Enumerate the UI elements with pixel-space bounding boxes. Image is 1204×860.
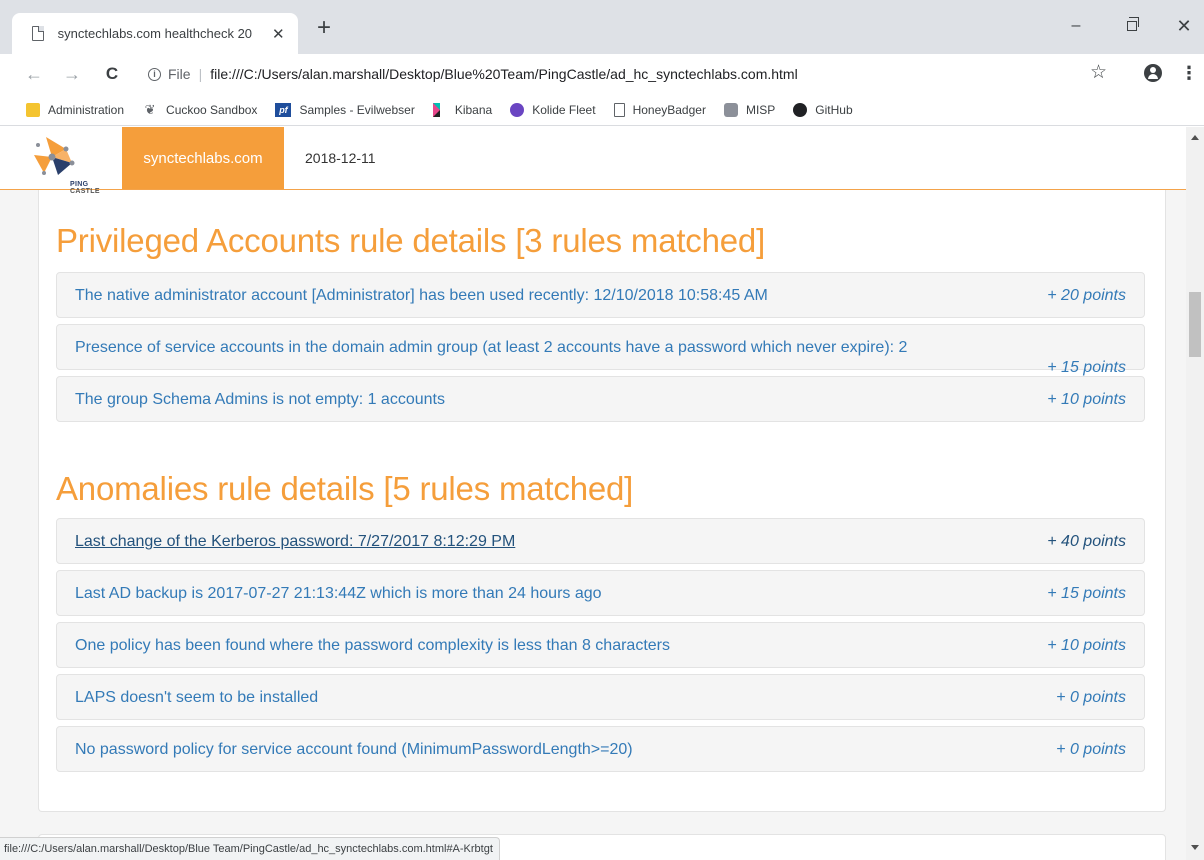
kibana-icon [432,102,440,117]
scheme-label: File [168,66,191,82]
url-text[interactable]: file:///C:/Users/alan.marshall/Desktop/B… [210,66,798,82]
privileged-accounts-title: Privileged Accounts rule details [3 rule… [56,222,766,259]
bookmark-label: GitHub [815,102,853,117]
rule-text[interactable]: LAPS doesn't seem to be installed [75,689,318,707]
bookmark-samples[interactable]: pf Samples - Evilwebser [275,102,415,117]
browser-toolbar: ← → C i File | file:///C:/Users/alan.mar… [0,54,1204,94]
rule-row[interactable]: The native administrator account [Admini… [56,272,1145,318]
rule-row[interactable]: One policy has been found where the pass… [56,622,1145,668]
menu-kebab-icon[interactable]: ⋮ [1180,62,1198,84]
nav-domain-tab[interactable]: synctechlabs.com [122,127,284,189]
account-icon[interactable] [1144,64,1162,82]
rule-points: + 0 points [1056,689,1126,706]
scroll-up-arrow-icon[interactable] [1191,135,1199,140]
tab-close-icon[interactable]: ✕ [271,25,286,43]
bookmark-misp[interactable]: MISP [723,102,776,117]
page-icon [613,102,625,117]
bookmark-label: MISP [745,102,776,117]
rule-row[interactable]: Last change of the Kerberos password: 7/… [56,518,1145,564]
rule-text[interactable]: One policy has been found where the pass… [75,637,670,655]
scroll-thumb[interactable] [1189,292,1201,357]
forward-button[interactable]: → [60,62,84,86]
site-navbar: PING CASTLE synctechlabs.com 2018-12-11 [0,127,1186,195]
kolide-icon [510,102,525,117]
rule-row[interactable]: No password policy for service account f… [56,726,1145,772]
page-scrollbar[interactable] [1186,127,1204,860]
browser-tab-active[interactable]: synctechlabs.com healthcheck 20 ✕ [12,13,298,54]
bookmark-label: Kolide Fleet [532,102,596,117]
link-status-bubble: file:///C:/Users/alan.marshall/Desktop/B… [0,837,500,860]
address-separator: | [198,66,203,82]
logo-wordmark: PING CASTLE [70,181,100,195]
tab-title: synctechlabs.com healthcheck 20 [57,26,253,41]
rule-points: + 0 points [1056,741,1126,758]
rule-row[interactable]: Presence of service accounts in the doma… [56,324,1145,376]
rule-text[interactable]: No password policy for service account f… [75,741,633,759]
minimize-button[interactable]: – [1056,14,1096,38]
bookmark-label: Administration [48,102,125,117]
pingcastle-logo[interactable]: PING CASTLE [32,133,120,195]
back-button[interactable]: ← [22,62,46,86]
cuckoo-icon: ❦ [144,101,156,117]
rule-text[interactable]: The group Schema Admins is not empty: 1 … [75,391,445,409]
rule-row[interactable]: Last AD backup is 2017-07-27 21:13:44Z w… [56,570,1145,616]
misp-icon [723,102,738,117]
castle-logo-icon [34,137,75,175]
rule-row[interactable]: LAPS doesn't seem to be installed + 0 po… [56,674,1145,720]
rule-text[interactable]: Presence of service accounts in the doma… [75,339,907,357]
bookmark-honeybadger[interactable]: HoneyBadger [613,102,706,117]
bookmarks-bar: Administration ❦ Cuckoo Sandbox pf Sampl… [0,94,1204,126]
bookmark-kolide-fleet[interactable]: Kolide Fleet [510,102,596,117]
rule-points: + 10 points [1047,391,1126,408]
scroll-down-arrow-icon[interactable] [1191,845,1199,850]
folder-icon [26,102,40,117]
bookmark-star-icon[interactable]: ☆ [1090,63,1107,83]
page-viewport: PING CASTLE synctechlabs.com 2018-12-11 … [0,127,1186,860]
restore-icon [1127,16,1139,31]
address-bar[interactable]: i File | file:///C:/Users/alan.marshall/… [136,58,1126,90]
reload-button[interactable]: C [100,62,124,86]
rule-points: + 10 points [1047,637,1126,654]
bookmark-administration[interactable]: Administration [26,102,125,117]
bookmark-label: HoneyBadger [632,102,706,117]
rule-points: + 20 points [1047,287,1126,304]
browser-title-bar: synctechlabs.com healthcheck 20 ✕ + – ✕ [0,0,1204,54]
bookmark-label: Cuckoo Sandbox [166,102,258,117]
bookmark-kibana[interactable]: Kibana [432,102,493,117]
pf-icon: pf [275,102,292,117]
rule-text[interactable]: Last change of the Kerberos password: 7/… [75,533,515,551]
bookmark-label: Samples - Evilwebser [299,102,415,117]
restore-button[interactable] [1112,14,1152,38]
bookmark-label: Kibana [454,102,493,117]
rule-text[interactable]: Last AD backup is 2017-07-27 21:13:44Z w… [75,585,602,603]
page-icon [32,25,44,41]
new-tab-button[interactable]: + [312,16,336,40]
report-date: 2018-12-11 [305,150,376,166]
bookmark-cuckoo-sandbox[interactable]: ❦ Cuckoo Sandbox [142,101,258,117]
bookmark-github[interactable]: GitHub [793,102,853,117]
rule-points: + 40 points [1047,533,1126,550]
anomalies-title: Anomalies rule details [5 rules matched] [56,470,634,507]
github-icon [793,102,808,117]
rule-points: + 15 points [1047,585,1126,602]
rule-row[interactable]: The group Schema Admins is not empty: 1 … [56,376,1145,422]
rule-text[interactable]: The native administrator account [Admini… [75,287,768,305]
site-info-icon[interactable]: i [148,67,161,81]
close-window-button[interactable]: ✕ [1164,14,1204,38]
rule-points: + 15 points [1047,359,1126,376]
